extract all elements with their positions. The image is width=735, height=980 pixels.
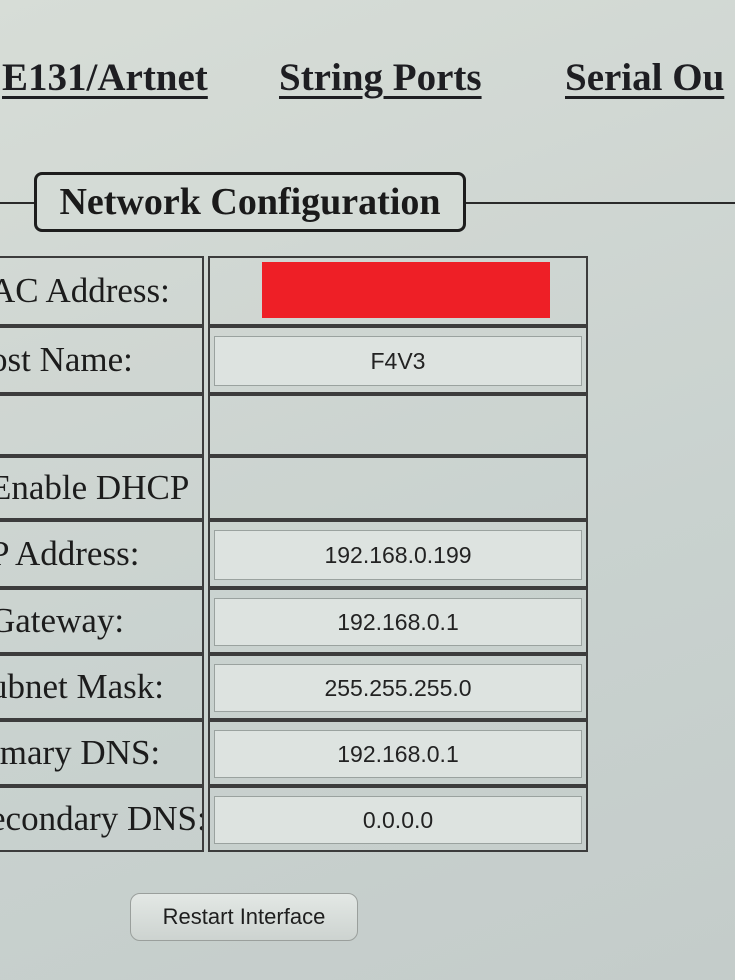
- table-row-host-name: ost Name: F4V3: [0, 326, 600, 394]
- table-row-subnet-mask: ubnet Mask: 255.255.255.0: [0, 654, 600, 720]
- restart-interface-button[interactable]: Restart Interface: [130, 893, 358, 941]
- ip-address-label: P Address:: [0, 520, 204, 588]
- host-name-input[interactable]: F4V3: [214, 336, 582, 386]
- gateway-input[interactable]: 192.168.0.1: [214, 598, 582, 646]
- gateway-cell: 192.168.0.1: [208, 588, 588, 654]
- primary-dns-input[interactable]: 192.168.0.1: [214, 730, 582, 778]
- blank-label: [0, 394, 204, 456]
- table-row-enable-dhcp: Enable DHCP: [0, 456, 600, 520]
- enable-dhcp-cell: [208, 456, 588, 520]
- tab-serial-outputs[interactable]: Serial Ou: [565, 55, 724, 100]
- table-row-secondary-dns: econdary DNS: 0.0.0.0: [0, 786, 600, 852]
- ip-address-input[interactable]: 192.168.0.199: [214, 530, 582, 580]
- tab-string-ports[interactable]: String Ports: [279, 55, 482, 100]
- secondary-dns-input[interactable]: 0.0.0.0: [214, 796, 582, 844]
- section-title: Network Configuration: [34, 172, 466, 232]
- fieldset-border-left: [0, 202, 36, 204]
- table-row-primary-dns: imary DNS: 192.168.0.1: [0, 720, 600, 786]
- top-nav: E131/Artnet String Ports Serial Ou: [0, 55, 735, 105]
- subnet-mask-label: ubnet Mask:: [0, 654, 204, 720]
- mac-address-label: AC Address:: [0, 256, 204, 326]
- table-row-gateway: Gateway: 192.168.0.1: [0, 588, 600, 654]
- table-row-blank: [0, 394, 600, 456]
- tab-e131-artnet[interactable]: E131/Artnet: [2, 55, 208, 100]
- secondary-dns-label: econdary DNS:: [0, 786, 204, 852]
- ip-address-cell: 192.168.0.199: [208, 520, 588, 588]
- primary-dns-cell: 192.168.0.1: [208, 720, 588, 786]
- host-name-label: ost Name:: [0, 326, 204, 394]
- primary-dns-label: imary DNS:: [0, 720, 204, 786]
- gateway-label: Gateway:: [0, 588, 204, 654]
- table-row-mac-address: AC Address:: [0, 256, 600, 326]
- subnet-mask-cell: 255.255.255.0: [208, 654, 588, 720]
- host-name-cell: F4V3: [208, 326, 588, 394]
- subnet-mask-input[interactable]: 255.255.255.0: [214, 664, 582, 712]
- fieldset-border-right: [466, 202, 735, 204]
- blank-cell: [208, 394, 588, 456]
- mac-address-redaction: [262, 262, 550, 318]
- mac-address-cell: [208, 256, 588, 326]
- secondary-dns-cell: 0.0.0.0: [208, 786, 588, 852]
- table-row-ip-address: P Address: 192.168.0.199: [0, 520, 600, 588]
- enable-dhcp-label: Enable DHCP: [0, 456, 204, 520]
- enable-dhcp-checkbox[interactable]: [216, 464, 580, 512]
